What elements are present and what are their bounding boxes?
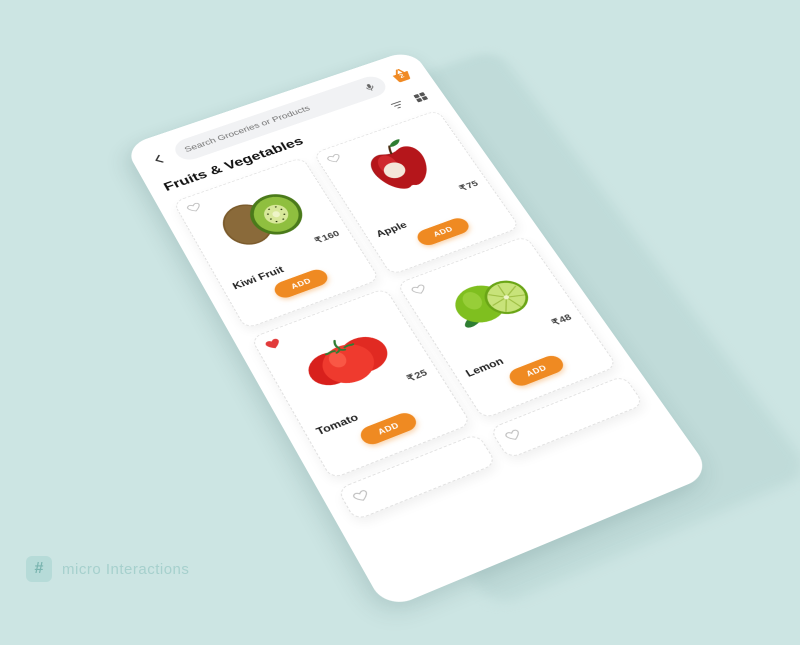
filter-button[interactable] [388,98,410,115]
back-button[interactable] [147,150,172,168]
grid-view-button[interactable] [411,90,433,107]
heart-icon [350,487,373,506]
favorite-toggle[interactable] [502,426,525,444]
footer-text: micro Interactions [62,561,189,578]
grid-icon [411,90,431,104]
hash-icon: # [26,556,52,582]
favorite-toggle[interactable] [350,487,373,506]
footer-tag: # micro Interactions [26,556,189,582]
cart-button[interactable]: 2 [387,65,418,87]
filter-icon [388,98,408,112]
heart-icon [502,426,525,444]
arrow-left-icon [148,151,170,168]
